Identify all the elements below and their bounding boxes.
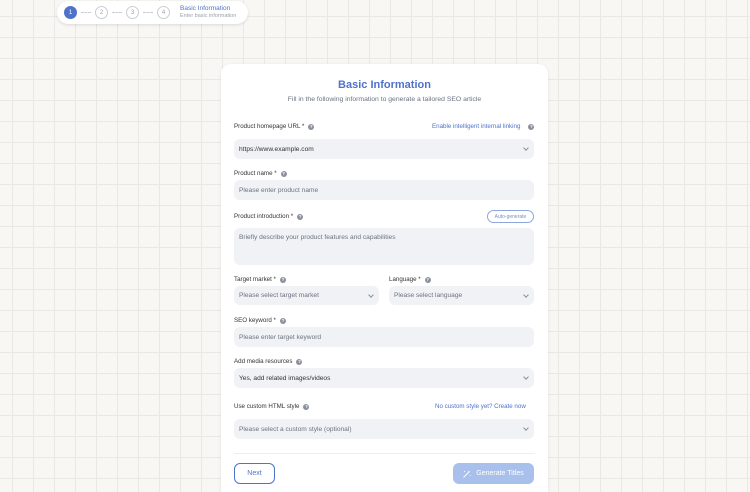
- form-subtitle: Fill in the following information to gen…: [287, 96, 482, 103]
- homepage-url-select[interactable]: https://www.example.com: [234, 139, 534, 159]
- seo-keyword-label: SEO keyword * ?: [234, 317, 286, 324]
- product-name-label-text: Product name *: [234, 170, 277, 177]
- help-icon[interactable]: ?: [279, 317, 286, 324]
- homepage-url-value: https://www.example.com: [239, 145, 314, 153]
- language-label: Language * ?: [389, 276, 431, 283]
- target-market-select[interactable]: Please select target market: [234, 286, 379, 305]
- target-market-placeholder: Please select target market: [239, 292, 319, 299]
- homepage-url-label-text: Product homepage URL *: [234, 123, 305, 130]
- chevron-down-icon: [523, 374, 529, 380]
- footer-divider: [234, 453, 535, 454]
- product-name-label: Product name * ?: [234, 170, 287, 177]
- html-style-placeholder: Please select a custom style (optional): [239, 425, 352, 433]
- basic-info-form: Basic Information Fill in the following …: [221, 64, 548, 492]
- product-intro-textarea[interactable]: Briefly describe your product features a…: [234, 228, 534, 265]
- seo-keyword-input[interactable]: Please enter target keyword: [234, 327, 534, 347]
- media-label-text: Add media resources: [234, 358, 293, 365]
- next-button[interactable]: Next: [234, 463, 275, 484]
- chevron-down-icon: [523, 291, 529, 298]
- chevron-down-icon: [523, 145, 529, 151]
- current-step-info: Basic Information Enter basic informatio…: [180, 4, 237, 20]
- help-icon[interactable]: ?: [528, 123, 535, 130]
- internal-linking-link[interactable]: Enable intelligent internal linking: [432, 123, 520, 130]
- help-icon[interactable]: ?: [424, 276, 431, 283]
- help-icon[interactable]: ?: [279, 276, 286, 283]
- chevron-down-icon: [368, 291, 374, 298]
- product-intro-label-text: Product introduction *: [234, 213, 294, 220]
- step-connector: [81, 12, 91, 13]
- step-1-indicator[interactable]: 1: [64, 6, 77, 19]
- media-value: Yes, add related images/videos: [239, 374, 331, 382]
- language-placeholder: Please select language: [394, 292, 463, 299]
- step-connector: [112, 12, 122, 13]
- media-label: Add media resources ?: [234, 358, 303, 365]
- language-label-text: Language *: [389, 276, 421, 283]
- homepage-url-label: Product homepage URL * ?: [234, 123, 315, 130]
- html-style-select[interactable]: Please select a custom style (optional): [234, 419, 534, 439]
- auto-generate-button[interactable]: Auto-generate: [487, 210, 534, 223]
- html-style-label: Use custom HTML style ?: [234, 403, 310, 410]
- help-icon[interactable]: ?: [297, 213, 304, 220]
- help-icon[interactable]: ?: [303, 403, 310, 410]
- step-2-indicator[interactable]: 2: [95, 6, 108, 19]
- step-connector: [143, 12, 153, 13]
- create-style-link[interactable]: No custom style yet? Create now: [435, 403, 526, 410]
- product-intro-placeholder: Briefly describe your product features a…: [239, 234, 396, 241]
- product-intro-label: Product introduction * ?: [234, 213, 304, 220]
- current-step-subtitle: Enter basic information: [180, 13, 237, 19]
- product-name-placeholder: Please enter product name: [239, 186, 319, 194]
- target-market-label: Target market * ?: [234, 276, 286, 283]
- html-style-label-text: Use custom HTML style: [234, 403, 300, 410]
- generate-titles-label: Generate Titles: [476, 470, 524, 477]
- step-4-indicator[interactable]: 4: [157, 6, 170, 19]
- seo-keyword-label-text: SEO keyword *: [234, 317, 276, 324]
- magic-wand-icon: [463, 469, 471, 478]
- target-market-label-text: Target market *: [234, 276, 276, 283]
- progress-stepper: 1 2 3 4 Basic Information Enter basic in…: [57, 1, 248, 24]
- generate-titles-button[interactable]: Generate Titles: [453, 463, 534, 484]
- help-icon[interactable]: ?: [280, 170, 287, 177]
- step-3-indicator[interactable]: 3: [126, 6, 139, 19]
- help-icon[interactable]: ?: [308, 123, 315, 130]
- seo-keyword-placeholder: Please enter target keyword: [239, 333, 322, 341]
- product-name-input[interactable]: Please enter product name: [234, 180, 534, 200]
- media-select[interactable]: Yes, add related images/videos: [234, 368, 534, 388]
- current-step-title: Basic Information: [180, 4, 231, 12]
- chevron-down-icon: [523, 425, 529, 431]
- internal-linking-toggle[interactable]: Enable intelligent internal linking ?: [432, 123, 535, 130]
- form-title: Basic Information: [338, 79, 431, 91]
- language-select[interactable]: Please select language: [389, 286, 534, 305]
- help-icon[interactable]: ?: [296, 358, 303, 365]
